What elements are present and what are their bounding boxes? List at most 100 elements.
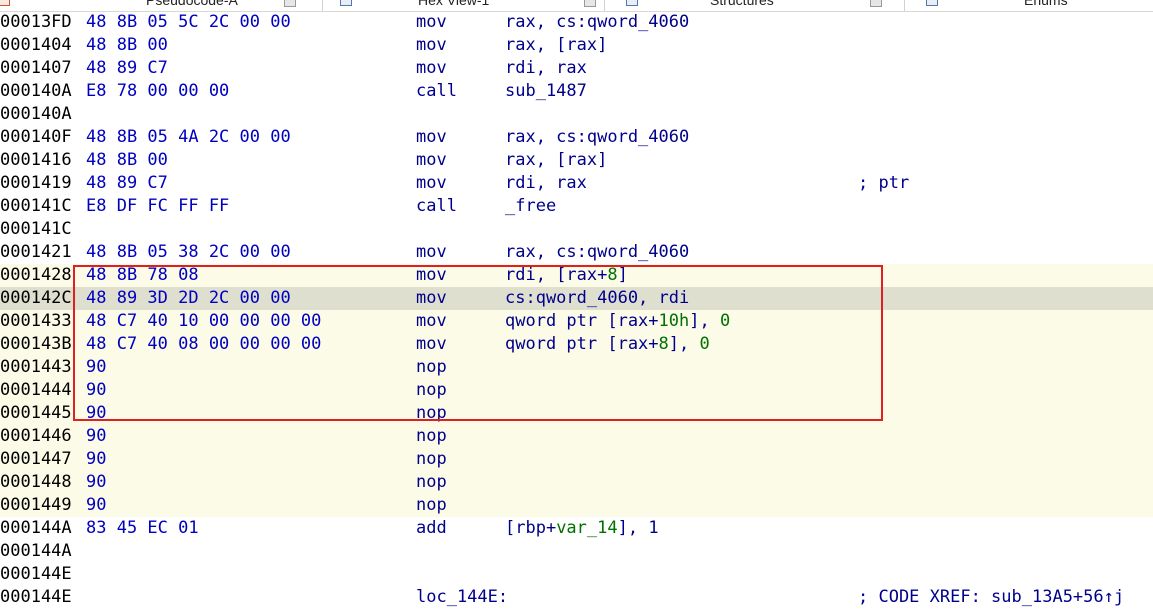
listing-row[interactable]: 000144A 83 45 EC 01 add [rbp+var_14], 1 bbox=[0, 517, 1153, 540]
listing-row[interactable]: 0001407 48 89 C7 mov rdi, rax bbox=[0, 57, 1153, 80]
listing-row[interactable]: 0001447 90 nop bbox=[0, 448, 1153, 471]
opcode-bytes: 90 bbox=[86, 403, 107, 423]
listing-row[interactable]: 0001448 90 nop bbox=[0, 471, 1153, 494]
mnemonic[interactable]: mov bbox=[416, 287, 447, 310]
opcode-bytes: 90 bbox=[86, 449, 107, 469]
listing-row[interactable]: 0001443 90 nop bbox=[0, 356, 1153, 379]
mnemonic[interactable]: mov bbox=[416, 11, 447, 34]
tab-label: Enums bbox=[1024, 0, 1068, 8]
operand-text: [rbp+ bbox=[505, 518, 557, 538]
tab-divider bbox=[604, 0, 605, 11]
address: 00013FD bbox=[0, 12, 72, 32]
mnemonic[interactable]: mov bbox=[416, 149, 447, 172]
listing-row[interactable]: 0001416 48 8B 00 mov rax, [rax] bbox=[0, 149, 1153, 172]
opcode-bytes: 90 bbox=[86, 495, 107, 515]
mnemonic[interactable]: mov bbox=[416, 241, 447, 264]
listing-row[interactable]: 000143B 48 C7 40 08 00 00 00 00 mov qword p… bbox=[0, 333, 1153, 356]
listing-row[interactable]: 0001449 90 nop bbox=[0, 494, 1153, 517]
opcode-bytes: 48 8B 00 bbox=[86, 35, 168, 55]
operands[interactable]: rdi, [rax+8] bbox=[505, 264, 628, 287]
listing-row[interactable]: 0001446 90 nop bbox=[0, 425, 1153, 448]
operands[interactable]: rax, cs:qword_4060 bbox=[505, 126, 689, 149]
operand-number: 8 bbox=[658, 334, 669, 354]
operand-text: ] bbox=[617, 265, 628, 285]
mnemonic[interactable]: nop bbox=[416, 448, 447, 471]
mnemonic[interactable]: mov bbox=[416, 333, 447, 356]
opcode-bytes: 83 45 EC 01 bbox=[86, 518, 199, 538]
close-icon[interactable] bbox=[584, 0, 596, 7]
opcode-bytes: 48 8B 00 bbox=[86, 150, 168, 170]
close-icon[interactable] bbox=[870, 0, 882, 7]
listing-row[interactable]: 0001404 48 8B 00 mov rax, [rax] bbox=[0, 34, 1153, 57]
listing-row[interactable]: 000144E loc_144E: ; CODE XREF: sub_13A5+56… bbox=[0, 586, 1153, 609]
opcode-bytes: E8 78 00 00 00 bbox=[86, 81, 230, 101]
operand-text: rdi, [rax+ bbox=[505, 265, 608, 285]
mnemonic[interactable]: mov bbox=[416, 34, 447, 57]
opcode-bytes: 48 8B 78 08 bbox=[86, 265, 199, 285]
listing-row[interactable]: 0001433 48 C7 40 10 00 00 00 00 mov qword p… bbox=[0, 310, 1153, 333]
opcode-bytes: 48 8B 05 38 2C 00 00 bbox=[86, 242, 291, 262]
opcode-bytes: 48 C7 40 10 00 00 00 00 bbox=[86, 311, 322, 331]
mnemonic[interactable]: mov bbox=[416, 264, 447, 287]
address: 0001447 bbox=[0, 449, 72, 469]
close-icon[interactable] bbox=[284, 0, 296, 7]
mnemonic[interactable]: mov bbox=[416, 310, 447, 333]
address: 0001433 bbox=[0, 311, 72, 331]
address: 0001404 bbox=[0, 35, 72, 55]
listing-row[interactable]: 000141C E8 DF FC FF FF call _free bbox=[0, 195, 1153, 218]
opcode-bytes: E8 DF FC FF FF bbox=[86, 196, 230, 216]
operands[interactable]: rax, [rax] bbox=[505, 149, 607, 172]
listing-row[interactable]: 0001428 48 8B 78 08 mov rdi, [rax+8] bbox=[0, 264, 1153, 287]
address: 0001445 bbox=[0, 403, 72, 423]
operands[interactable]: [rbp+var_14], 1 bbox=[505, 517, 659, 540]
opcode-bytes: 48 89 C7 bbox=[86, 58, 168, 78]
operands[interactable]: _free bbox=[505, 195, 556, 218]
operands[interactable]: rax, cs:qword_4060 bbox=[505, 241, 689, 264]
operands[interactable]: rdi, rax bbox=[505, 57, 587, 80]
tab-label: Structures bbox=[710, 0, 774, 8]
operand-text: sub_1487 bbox=[505, 81, 587, 101]
mnemonic[interactable]: nop bbox=[416, 379, 447, 402]
code-label[interactable]: loc_144E: bbox=[416, 586, 508, 609]
mnemonic[interactable]: nop bbox=[416, 356, 447, 379]
mnemonic[interactable]: call bbox=[416, 80, 457, 103]
mnemonic[interactable]: add bbox=[416, 517, 447, 540]
operands[interactable]: qword ptr [rax+8], 0 bbox=[505, 333, 710, 356]
mnemonic[interactable]: nop bbox=[416, 494, 447, 517]
operand-text: cs:qword_4060, rdi bbox=[505, 288, 690, 308]
listing-row[interactable]: 000140A bbox=[0, 103, 1153, 126]
operands[interactable]: rax, cs:qword_4060 bbox=[505, 11, 689, 34]
mnemonic[interactable]: nop bbox=[416, 471, 447, 494]
listing-row[interactable]: 000140F 48 8B 05 4A 2C 00 00 mov rax, cs:qw… bbox=[0, 126, 1153, 149]
operand-number: 10h bbox=[658, 311, 690, 331]
mnemonic[interactable]: mov bbox=[416, 126, 447, 149]
listing-row[interactable]: 0001419 48 89 C7 mov rdi, rax ; ptr bbox=[0, 172, 1153, 195]
opcode-bytes: 90 bbox=[86, 426, 107, 446]
address: 000144E bbox=[0, 587, 72, 607]
operands[interactable]: sub_1487 bbox=[505, 80, 587, 103]
listing-row[interactable]: 000142C 48 89 3D 2D 2C 00 00 mov cs:qword_4… bbox=[0, 287, 1153, 310]
operands[interactable]: cs:qword_4060, rdi bbox=[505, 287, 689, 310]
operands[interactable]: rax, [rax] bbox=[505, 34, 607, 57]
tab-divider bbox=[904, 0, 905, 11]
mnemonic[interactable]: mov bbox=[416, 172, 447, 195]
listing-row[interactable]: 000144A bbox=[0, 540, 1153, 563]
listing-row[interactable]: 0001421 48 8B 05 38 2C 00 00 mov rax, cs:qw… bbox=[0, 241, 1153, 264]
opcode-bytes: 48 8B 05 4A 2C 00 00 bbox=[86, 127, 291, 147]
listing-row[interactable]: 000144E bbox=[0, 563, 1153, 586]
mnemonic[interactable]: nop bbox=[416, 425, 447, 448]
address: 000142C bbox=[0, 288, 72, 308]
operands[interactable]: rdi, rax bbox=[505, 172, 587, 195]
operands[interactable]: qword ptr [rax+10h], 0 bbox=[505, 310, 730, 333]
listing-row[interactable]: 00013FD 48 8B 05 5C 2C 00 00 mov rax, cs:qw… bbox=[0, 11, 1153, 34]
listing-row[interactable]: 0001444 90 nop bbox=[0, 379, 1153, 402]
address: 000140A bbox=[0, 104, 72, 124]
address: 000144A bbox=[0, 541, 72, 561]
mnemonic[interactable]: mov bbox=[416, 57, 447, 80]
listing-row[interactable]: 000141C bbox=[0, 218, 1153, 241]
listing-row[interactable]: 000140A E8 78 00 00 00 call sub_1487 bbox=[0, 80, 1153, 103]
address: 000143B bbox=[0, 334, 72, 354]
mnemonic[interactable]: nop bbox=[416, 402, 447, 425]
mnemonic[interactable]: call bbox=[416, 195, 457, 218]
listing-row[interactable]: 0001445 90 nop bbox=[0, 402, 1153, 425]
